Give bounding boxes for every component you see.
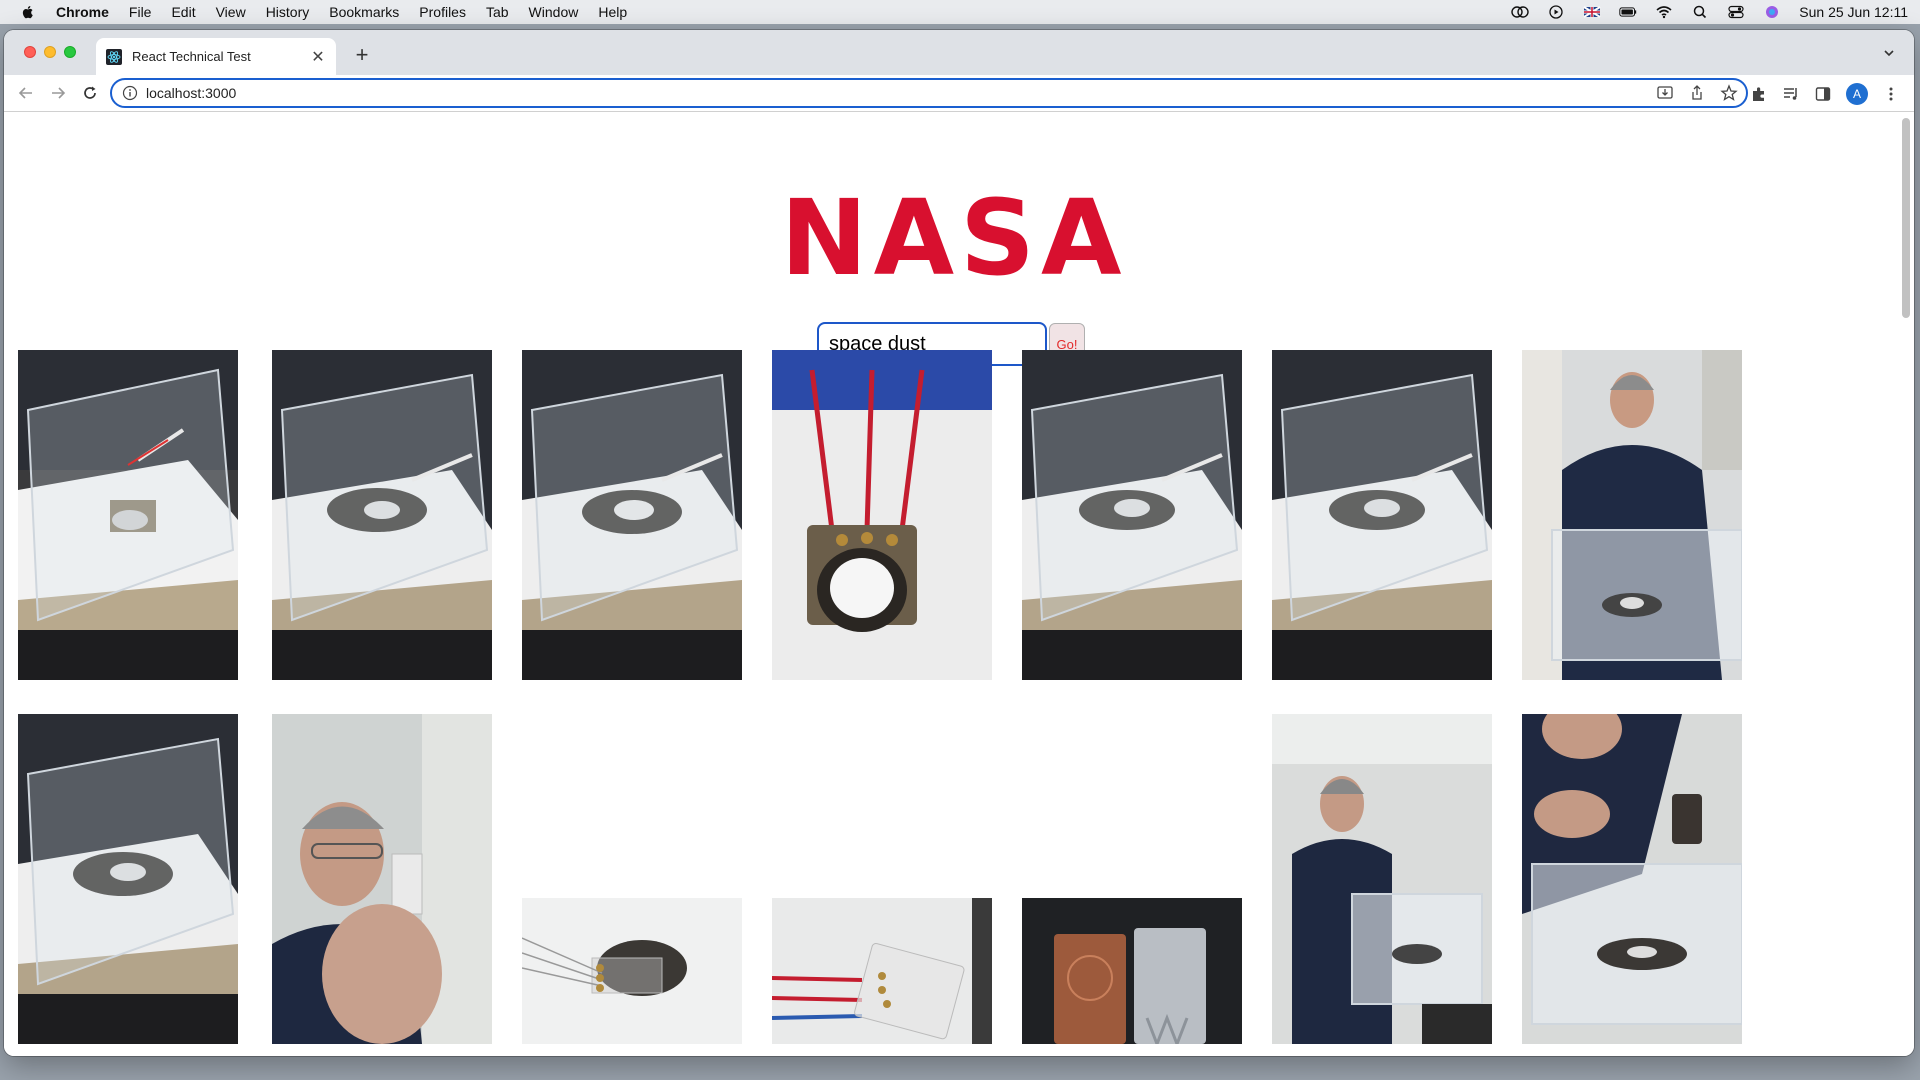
battery-icon[interactable] (1619, 5, 1637, 19)
scientist-with-chamber-image (1522, 350, 1742, 680)
result-image-6[interactable] (1272, 350, 1492, 680)
result-image-12[interactable] (1022, 898, 1242, 1044)
pouring-dust-closeup-image (1522, 714, 1742, 1044)
address-bar[interactable]: localhost:3000 (110, 78, 1748, 108)
address-url: localhost:3000 (146, 85, 237, 101)
menu-help[interactable]: Help (598, 4, 627, 20)
two-sensor-plates-image (1022, 898, 1242, 1044)
sensor-slide-dust-image (522, 898, 742, 1044)
result-image-13[interactable] (1272, 714, 1492, 1044)
wifi-icon[interactable] (1655, 5, 1673, 19)
result-image-7[interactable] (1522, 350, 1742, 680)
result-image-8[interactable] (18, 714, 238, 1044)
menu-history[interactable]: History (266, 4, 310, 20)
uk-flag-icon[interactable] (1583, 5, 1601, 19)
page-scrollbar[interactable] (1902, 118, 1910, 318)
extensions-puzzle-icon[interactable] (1750, 85, 1768, 103)
bookmark-star-icon[interactable] (1720, 84, 1738, 102)
menu-view[interactable]: View (216, 4, 246, 20)
dust-chamber-image (18, 350, 238, 680)
spotlight-search-icon[interactable] (1691, 5, 1709, 19)
react-favicon-icon (106, 48, 122, 65)
dust-chamber-image (272, 350, 492, 680)
result-image-3[interactable] (522, 350, 742, 680)
side-panel-icon[interactable] (1814, 85, 1832, 103)
result-image-10[interactable] (522, 898, 742, 1044)
scientist-holding-slide-image (272, 714, 492, 1044)
minimize-window-button[interactable] (44, 46, 56, 58)
media-queue-icon[interactable] (1782, 85, 1800, 103)
page-viewport: NASA Go! (4, 112, 1914, 1056)
play-icon[interactable] (1547, 5, 1565, 19)
profile-avatar[interactable]: A (1846, 83, 1868, 105)
menu-profiles[interactable]: Profiles (419, 4, 466, 20)
fullscreen-window-button[interactable] (64, 46, 76, 58)
svg-text:NASA: NASA (781, 190, 1128, 286)
result-image-4[interactable] (772, 350, 992, 680)
tab-react-technical-test[interactable]: React Technical Test ✕ (96, 38, 336, 75)
dust-chamber-image (18, 714, 238, 1044)
control-center-icon[interactable] (1727, 5, 1745, 19)
result-image-2[interactable] (272, 350, 492, 680)
site-info-icon[interactable] (122, 85, 138, 101)
close-tab-icon[interactable]: ✕ (310, 47, 326, 67)
macos-menu-bar: Chrome File Edit View History Bookmarks … (0, 0, 1920, 24)
sensor-plate-image (772, 350, 992, 680)
result-image-1[interactable] (18, 350, 238, 680)
menu-window[interactable]: Window (529, 4, 579, 20)
menu-bookmarks[interactable]: Bookmarks (329, 4, 399, 20)
result-image-9[interactable] (272, 714, 492, 1044)
siri-icon[interactable] (1763, 5, 1781, 19)
menu-edit[interactable]: Edit (171, 4, 195, 20)
tab-search-chevron-icon[interactable] (1882, 46, 1896, 60)
result-image-5[interactable] (1022, 350, 1242, 680)
result-image-11[interactable] (772, 898, 992, 1044)
scientist-pouring-dust-image (1272, 714, 1492, 1044)
back-arrow-icon[interactable] (16, 83, 36, 103)
browser-window: React Technical Test ✕ + localhost:3000 … (4, 30, 1914, 1056)
menu-app-name[interactable]: Chrome (56, 4, 109, 20)
menu-clock[interactable]: Sun 25 Jun 12:11 (1799, 4, 1908, 20)
result-image-14[interactable] (1522, 714, 1742, 1044)
menu-tab[interactable]: Tab (486, 4, 509, 20)
reload-icon[interactable] (80, 83, 100, 103)
apple-menu-icon[interactable] (20, 4, 36, 20)
share-icon[interactable] (1688, 84, 1706, 102)
tab-strip: React Technical Test ✕ + (4, 30, 1914, 75)
tab-title: React Technical Test (132, 49, 251, 64)
sensor-slide-wires-image (772, 898, 992, 1044)
dust-chamber-image (1022, 350, 1242, 680)
install-app-icon[interactable] (1656, 84, 1674, 102)
more-menu-icon[interactable] (1882, 85, 1900, 103)
screen-mirroring-icon[interactable] (1511, 5, 1529, 19)
menu-file[interactable]: File (129, 4, 152, 20)
dust-chamber-image (522, 350, 742, 680)
browser-toolbar: localhost:3000 A (4, 75, 1914, 112)
new-tab-icon[interactable]: + (350, 44, 374, 66)
dust-chamber-image (1272, 350, 1492, 680)
forward-arrow-icon[interactable] (48, 83, 68, 103)
close-window-button[interactable] (24, 46, 36, 58)
nasa-worm-logo: NASA (781, 190, 1128, 286)
